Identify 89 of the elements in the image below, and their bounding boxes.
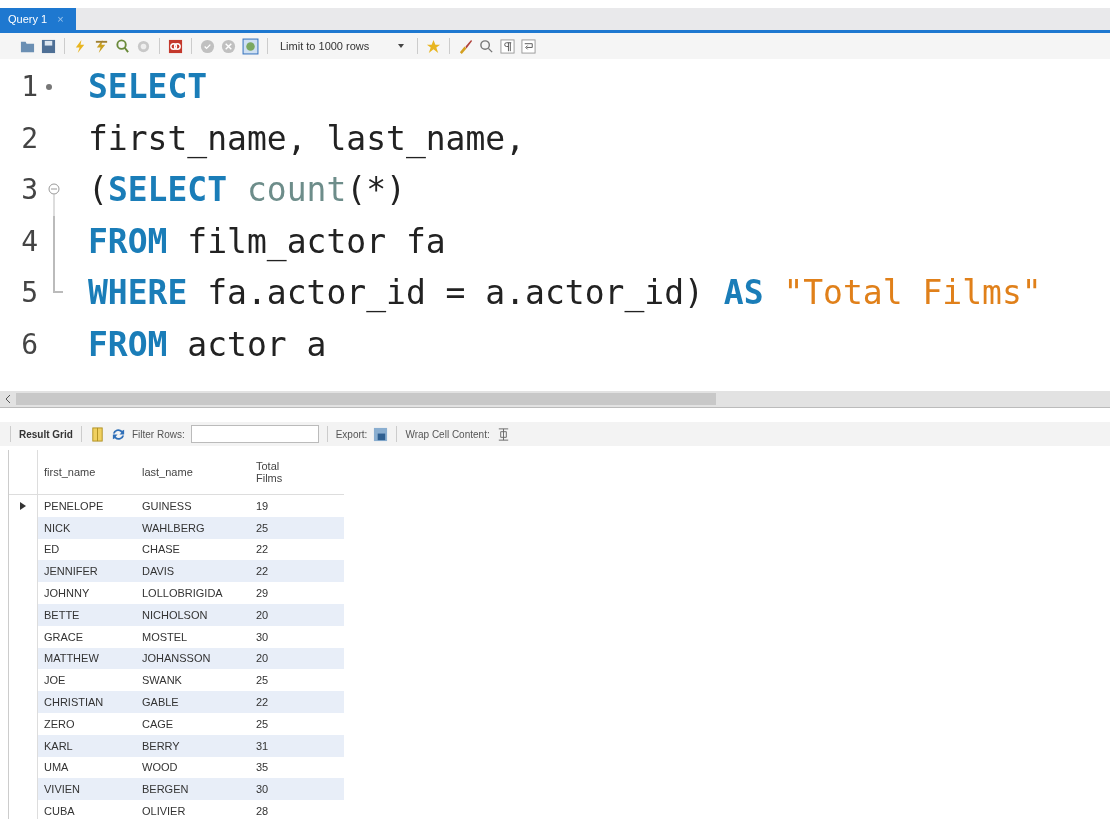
- line-number: 6: [20, 327, 38, 361]
- table-cell-text: BERGEN: [141, 783, 190, 796]
- table-cell-text: GUINESS: [141, 499, 193, 512]
- table-cell-text: MOSTEL: [141, 630, 189, 643]
- search-icon[interactable]: [479, 38, 495, 54]
- table-cell-text: 30: [255, 630, 270, 643]
- table-cell-text: ED: [43, 543, 61, 556]
- wrap-icon[interactable]: [521, 38, 537, 54]
- table-cell-text: CUBA: [43, 805, 76, 818]
- stop-icon[interactable]: [168, 38, 183, 54]
- table-cell-text: 30: [255, 783, 270, 796]
- magnifier-icon[interactable]: [115, 38, 130, 54]
- code-line: FROM actor a: [88, 324, 327, 364]
- table-cell-text: KARL: [43, 739, 74, 752]
- cancel-circle-icon[interactable]: [221, 38, 236, 54]
- horizontal-scrollbar[interactable]: [0, 391, 1110, 408]
- code-line: first_name, last_name,: [88, 118, 526, 158]
- filter-rows-label: Filter Rows:: [131, 428, 185, 440]
- table-cell-text: 25: [255, 521, 270, 534]
- grid-icon[interactable]: [89, 426, 105, 442]
- line-number: 4: [20, 224, 38, 258]
- table-cell-text: UMA: [43, 761, 70, 774]
- table-cell-text: 25: [255, 674, 270, 687]
- table-cell-text: BERRY: [141, 739, 181, 752]
- table-cell-text: 31: [255, 739, 270, 752]
- table-cell-text: SWANK: [141, 674, 183, 687]
- table-cell-text: NICHOLSON: [141, 608, 209, 621]
- table-cell-text: WAHLBERG: [141, 521, 206, 534]
- line-number: 3: [20, 173, 38, 207]
- table-cell-text: JOE: [43, 674, 67, 687]
- caret-icon: [397, 42, 406, 50]
- filter-rows-field[interactable]: [190, 425, 319, 443]
- column-header[interactable]: last_name: [136, 466, 250, 478]
- table-cell-text: NICK: [43, 521, 72, 534]
- table-cell-text: MATTHEW: [43, 652, 100, 665]
- row-pointer-icon: [20, 501, 26, 510]
- check-circle-icon[interactable]: [200, 38, 215, 54]
- table-cell-text: JOHNNY: [43, 587, 91, 600]
- table-cell-text: 28: [255, 805, 270, 818]
- code-line: (SELECT count(*): [88, 170, 406, 210]
- table-cell-text: WOOD: [141, 761, 179, 774]
- table-cell-text: VIVIEN: [43, 783, 82, 796]
- table-cell-text: JOHANSSON: [141, 652, 212, 665]
- circle-icon[interactable]: [136, 38, 151, 54]
- table-cell-text: ZERO: [43, 717, 76, 730]
- table-cell-text: 20: [255, 652, 270, 665]
- export-label: Export:: [335, 428, 368, 440]
- table-cell-text: 29: [255, 587, 270, 600]
- table-cell-text: CAGE: [141, 717, 175, 730]
- paragraph-icon[interactable]: [500, 38, 516, 54]
- code-line: SELECT: [88, 67, 208, 107]
- table-cell-text: 22: [255, 565, 270, 578]
- refresh-icon[interactable]: [110, 426, 126, 442]
- table-cell-text: CHASE: [141, 543, 181, 556]
- query-tab[interactable]: Query 1 ×: [0, 8, 76, 30]
- table-cell-text: GABLE: [141, 696, 180, 709]
- table-cell-text: JENNIFER: [43, 565, 99, 578]
- column-header[interactable]: Total Films: [250, 460, 296, 484]
- code-line: FROM film_actor fa: [88, 221, 446, 261]
- table-cell-text: 25: [255, 717, 270, 730]
- table-cell-text: GRACE: [43, 630, 85, 643]
- table-cell-text: 19: [255, 499, 270, 512]
- table-cell-text: 20: [255, 608, 270, 621]
- tab-label: Query 1: [8, 13, 48, 25]
- brush-icon[interactable]: [458, 38, 474, 54]
- table-cell-text: 22: [255, 696, 270, 709]
- lightning-cursor-icon[interactable]: [94, 38, 109, 54]
- star-icon[interactable]: [426, 38, 442, 54]
- scrollbar-thumb[interactable]: [16, 393, 716, 405]
- table-cell-text: OLIVIER: [141, 805, 187, 818]
- result-grid-label[interactable]: Result Grid: [19, 428, 73, 440]
- toggle-icon[interactable]: [242, 37, 259, 55]
- scroll-left-icon[interactable]: [4, 393, 12, 405]
- export-icon[interactable]: [373, 426, 389, 442]
- wrap-cell-content-label: Wrap Cell Content:: [405, 428, 490, 440]
- table-cell-text: CHRISTIAN: [43, 696, 105, 709]
- table-cell-text: PENELOPE: [43, 499, 105, 512]
- table-cell-text: BETTE: [43, 608, 81, 621]
- line-number: 1: [20, 70, 38, 104]
- table-cell-text: 35: [255, 761, 270, 774]
- table-cell-text: 22: [255, 543, 270, 556]
- table-cell-text: DAVIS: [141, 565, 176, 578]
- line-number: 5: [20, 276, 38, 310]
- table-cell-text: LOLLOBRIGIDA: [141, 587, 224, 600]
- column-header[interactable]: first_name: [38, 466, 136, 478]
- line-number: 2: [20, 121, 38, 155]
- limit-rows-dropdown[interactable]: Limit to 1000 rows: [276, 40, 410, 52]
- save-icon[interactable]: [41, 38, 56, 54]
- code-line: WHERE fa.actor_id = a.actor_id) AS "Total Films": [88, 273, 1042, 313]
